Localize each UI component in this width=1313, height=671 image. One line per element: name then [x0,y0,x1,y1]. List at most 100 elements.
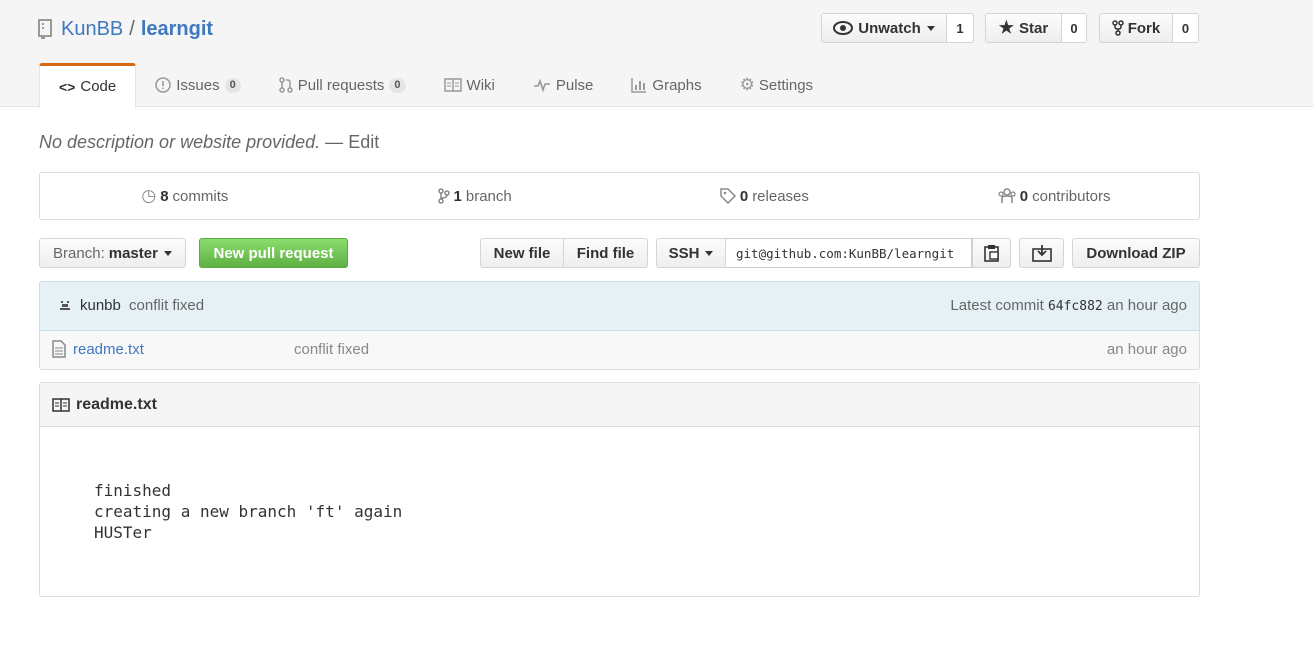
star-count[interactable]: 0 [1062,13,1087,43]
latest-commit-label: Latest commit [950,297,1044,314]
watch-count[interactable]: 1 [947,13,974,43]
pull-request-icon [278,77,293,93]
readme-title: readme.txt [76,395,157,413]
graph-icon [631,78,647,93]
tab-issues[interactable]: Issues 0 [136,63,259,107]
issue-icon [155,77,171,93]
repo-summary: ◷ 8 commits 1 branch 0 releases 0 contri… [39,172,1200,220]
branch-icon [437,188,450,204]
releases-label: releases [752,187,809,205]
branches-label: branch [465,187,512,205]
protocol-label: SSH [668,244,700,262]
repo-header: KunBB / learngit Unwatch 1 ★ Star 0 Fork… [0,0,1313,108]
readme-content: finished creating a new branch 'ft' agai… [94,480,402,543]
download-group: Download ZIP [1072,238,1200,268]
avatar [60,301,70,310]
protocol-select-button[interactable]: SSH [656,238,726,268]
contributors-link[interactable]: 0 contributors [909,173,1199,219]
contributors-count: 0 [1019,187,1029,205]
branch-select-button[interactable]: Branch: master [39,238,186,268]
file-actions: New file Find file [480,238,648,268]
clone-group: SSH git@github.com:KunBB/learngit [656,238,1011,268]
chevron-down-icon [163,250,172,256]
code-icon: <> [59,78,76,95]
star-group: ★ Star 0 [985,13,1087,43]
history-icon: ◷ [141,186,157,205]
tab-label: Code [80,78,117,95]
tab-label: Pulse [555,76,594,94]
tab-label: Wiki [466,76,495,94]
commits-link[interactable]: ◷ 8 commits [40,173,330,219]
file-commit-message-link[interactable]: conflit fixed [294,341,369,358]
releases-link[interactable]: 0 releases [620,173,910,219]
tab-label: Issues [176,76,220,94]
branch-value: master [108,244,158,262]
branch-label: Branch: [53,244,105,262]
latest-commit-info: Latest commit 64fc882 an hour ago [950,297,1187,314]
repo-name-link[interactable]: learngit [141,18,213,41]
clone-url-input[interactable]: git@github.com:KunBB/learngit [726,238,972,268]
tab-settings[interactable]: ⚙ Settings [721,63,832,107]
fork-group: Fork 0 [1099,13,1199,43]
clipboard-icon [983,245,999,262]
pulse-icon [533,78,550,92]
people-icon [998,188,1016,203]
chevron-down-icon [705,250,714,256]
fork-label: Fork [1127,19,1161,37]
tab-graphs[interactable]: Graphs [612,63,720,107]
tab-wiki[interactable]: Wiki [425,63,514,107]
description-text: No description or website provided. [39,132,321,152]
download-zip-button[interactable]: Download ZIP [1072,238,1200,268]
readme-line: finished [94,481,172,500]
latest-commit-bar: kunbb conflit fixed Latest commit 64fc88… [39,281,1200,331]
description-dash: — [325,132,344,152]
find-file-button[interactable]: Find file [564,238,648,268]
clone-desktop-button[interactable] [1019,238,1064,268]
repo-description: No description or website provided. — Ed… [39,132,379,153]
star-icon: ★ [998,18,1015,37]
new-file-button[interactable]: New file [480,238,564,268]
tag-icon [720,188,736,204]
edit-description-link[interactable]: Edit [348,132,379,152]
unwatch-button[interactable]: Unwatch [821,13,947,43]
star-button[interactable]: ★ Star [985,13,1062,43]
tab-pull-requests[interactable]: Pull requests 0 [260,63,425,107]
book-icon [443,78,462,92]
new-pull-request-button[interactable]: New pull request [199,238,348,268]
desktop-clone-group [1019,238,1064,268]
readme-header: readme.txt [40,383,1199,427]
tab-label: Pull requests [297,76,385,94]
readme-box: readme.txt finished creating a new branc… [39,382,1200,597]
tab-pulse[interactable]: Pulse [514,63,613,107]
fork-icon [1111,20,1124,36]
file-name-link[interactable]: readme.txt [73,341,144,358]
eye-icon [833,21,854,35]
repo-separator: / [129,17,135,40]
tab-code[interactable]: <> Code [39,63,137,108]
commits-label: commits [172,187,229,205]
commit-author-link[interactable]: kunbb [80,297,121,314]
repo-title: KunBB / learngit [38,16,213,42]
branches-count: 1 [453,187,462,205]
tab-label: Settings [758,76,814,94]
fork-button[interactable]: Fork [1099,13,1173,43]
readme-line: HUSTer [94,523,152,542]
tab-label: Graphs [652,76,702,94]
copy-url-button[interactable] [972,238,1011,268]
releases-count: 0 [739,187,749,205]
unwatch-group: Unwatch 1 [821,13,974,43]
unwatch-label: Unwatch [858,19,921,37]
commit-summary: kunbb conflit fixed [80,297,204,314]
file-age: an hour ago [1106,341,1187,358]
fork-count[interactable]: 0 [1173,13,1199,43]
repo-owner-link[interactable]: KunBB [61,18,123,41]
book-icon [52,397,70,412]
repo-nav: <> Code Issues 0 Pull requests 0 Wiki Pu… [39,63,832,108]
commits-count: 8 [160,187,169,205]
download-desktop-icon [1031,245,1052,262]
branches-link[interactable]: 1 branch [330,173,620,219]
file-text-icon [52,340,66,358]
commit-sha-link[interactable]: 64fc882 [1048,299,1103,314]
repo-icon [38,19,52,39]
commit-message-link[interactable]: conflit fixed [129,297,204,314]
